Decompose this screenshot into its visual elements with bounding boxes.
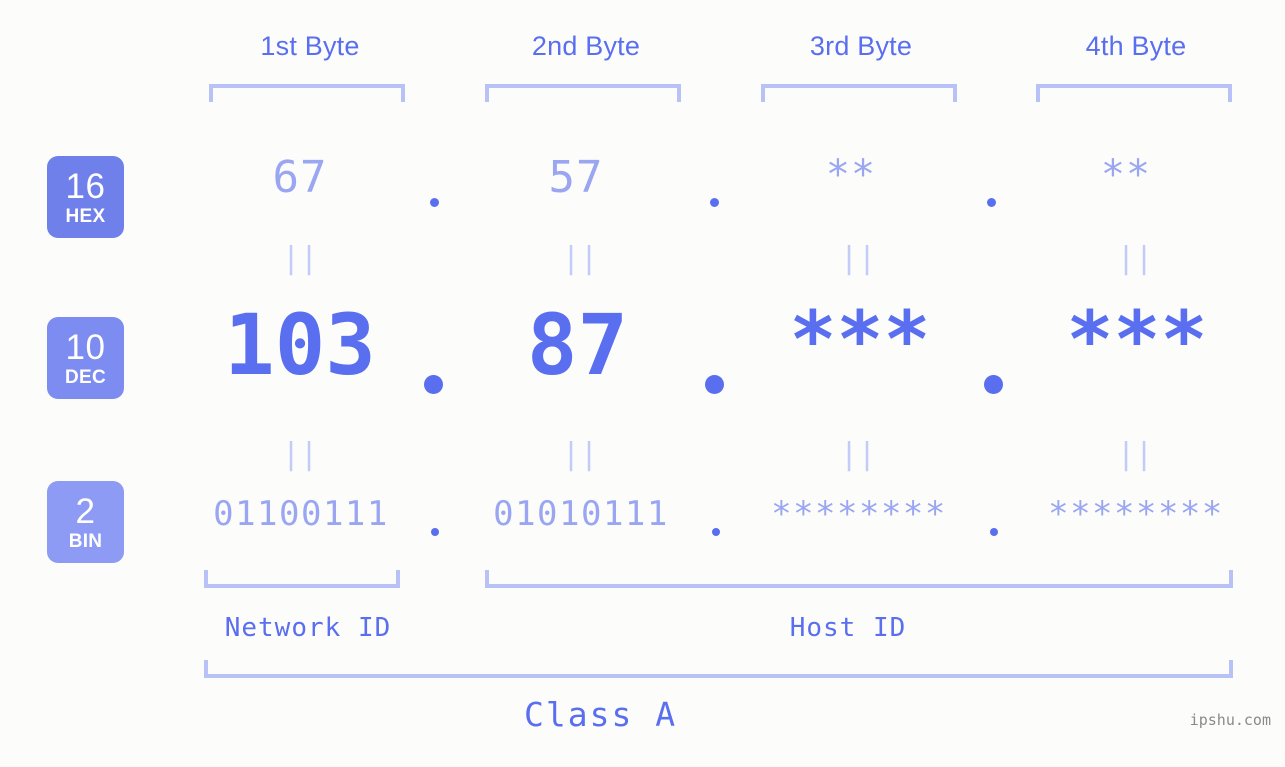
bin-dot-3 — [990, 528, 998, 536]
dec-byte-2: 87 — [526, 296, 629, 394]
dec-dot-2 — [705, 375, 724, 394]
base-badge-dec-number: 10 — [65, 327, 106, 367]
dec-byte-4: *** — [1066, 296, 1208, 386]
bin-byte-2: 01010111 — [493, 494, 669, 534]
class-label: Class A — [524, 695, 678, 734]
class-bracket — [204, 660, 1233, 678]
network-id-label: Network ID — [224, 613, 392, 643]
host-id-bracket — [485, 570, 1233, 588]
byte-header-3: 3rd Byte — [809, 31, 913, 61]
equivalence-mark-hexdec-4: || — [1116, 241, 1154, 276]
equivalence-mark-decbin-2: || — [561, 437, 599, 472]
byte-bracket-2 — [485, 84, 681, 102]
bin-dot-1 — [431, 528, 439, 536]
byte-header-2: 2nd Byte — [531, 31, 641, 61]
byte-header-1: 1st Byte — [260, 31, 360, 61]
hex-byte-4: ** — [1100, 152, 1152, 198]
base-badge-hex-number: 16 — [65, 166, 106, 206]
base-badge-hex: 16 HEX — [47, 156, 124, 238]
base-badge-bin-number: 2 — [75, 491, 96, 531]
watermark: ipshu.com — [1189, 711, 1271, 729]
equivalence-mark-decbin-1: || — [281, 437, 319, 472]
equivalence-mark-hexdec-2: || — [561, 241, 599, 276]
dec-dot-3 — [984, 375, 1003, 394]
byte-bracket-4 — [1036, 84, 1232, 102]
byte-bracket-3 — [761, 84, 957, 102]
hex-byte-3: ** — [825, 152, 877, 198]
bin-dot-2 — [712, 528, 720, 536]
base-badge-bin: 2 BIN — [47, 481, 124, 563]
base-badge-dec: 10 DEC — [47, 317, 124, 399]
base-badge-hex-name: HEX — [65, 205, 106, 227]
bin-byte-1: 01100111 — [213, 494, 389, 534]
dec-dot-1 — [424, 375, 443, 394]
bin-byte-4: ******** — [1048, 494, 1224, 534]
byte-bracket-1 — [209, 84, 405, 102]
dec-byte-3: *** — [789, 296, 931, 386]
bin-byte-3: ******** — [771, 494, 947, 534]
equivalence-mark-hexdec-3: || — [839, 241, 877, 276]
equivalence-mark-hexdec-1: || — [281, 241, 319, 276]
network-id-bracket — [204, 570, 400, 588]
base-badge-bin-name: BIN — [68, 530, 103, 552]
base-badge-dec-name: DEC — [64, 366, 106, 388]
byte-header-4: 4th Byte — [1085, 31, 1187, 61]
hex-byte-2: 57 — [548, 152, 604, 203]
equivalence-mark-decbin-4: || — [1116, 437, 1154, 472]
hex-dot-1 — [430, 198, 439, 207]
equivalence-mark-decbin-3: || — [839, 437, 877, 472]
hex-dot-2 — [710, 198, 719, 207]
hex-dot-3 — [987, 198, 996, 207]
dec-byte-1: 103 — [224, 296, 376, 394]
host-id-label: Host ID — [789, 613, 907, 643]
hex-byte-1: 67 — [272, 152, 328, 203]
ip-breakdown-diagram: 1st Byte 2nd Byte 3rd Byte 4th Byte 16 H… — [0, 0, 1285, 767]
